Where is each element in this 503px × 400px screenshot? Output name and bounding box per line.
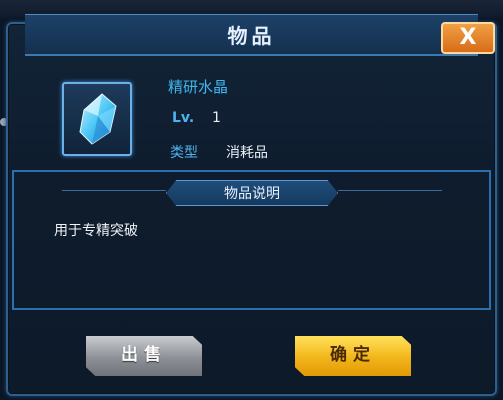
description-divider-left [62, 190, 166, 191]
confirm-button[interactable]: 确定 [295, 336, 411, 376]
item-icon-frame [62, 82, 132, 156]
item-name: 精研水晶 [168, 78, 229, 96]
level-value: 1 [212, 110, 221, 126]
description-divider-right [338, 190, 442, 191]
description-text: 用于专精突破 [54, 223, 138, 239]
blue-crystal-icon [79, 93, 117, 145]
close-button[interactable]: X [441, 22, 495, 54]
type-label: 类型 [170, 145, 198, 161]
description-header: 物品说明 [224, 186, 280, 202]
dialog-title: 物品 [227, 24, 276, 48]
level-label: Lv. [172, 110, 195, 126]
type-value: 消耗品 [226, 145, 268, 161]
sell-button[interactable]: 出售 [86, 336, 202, 376]
